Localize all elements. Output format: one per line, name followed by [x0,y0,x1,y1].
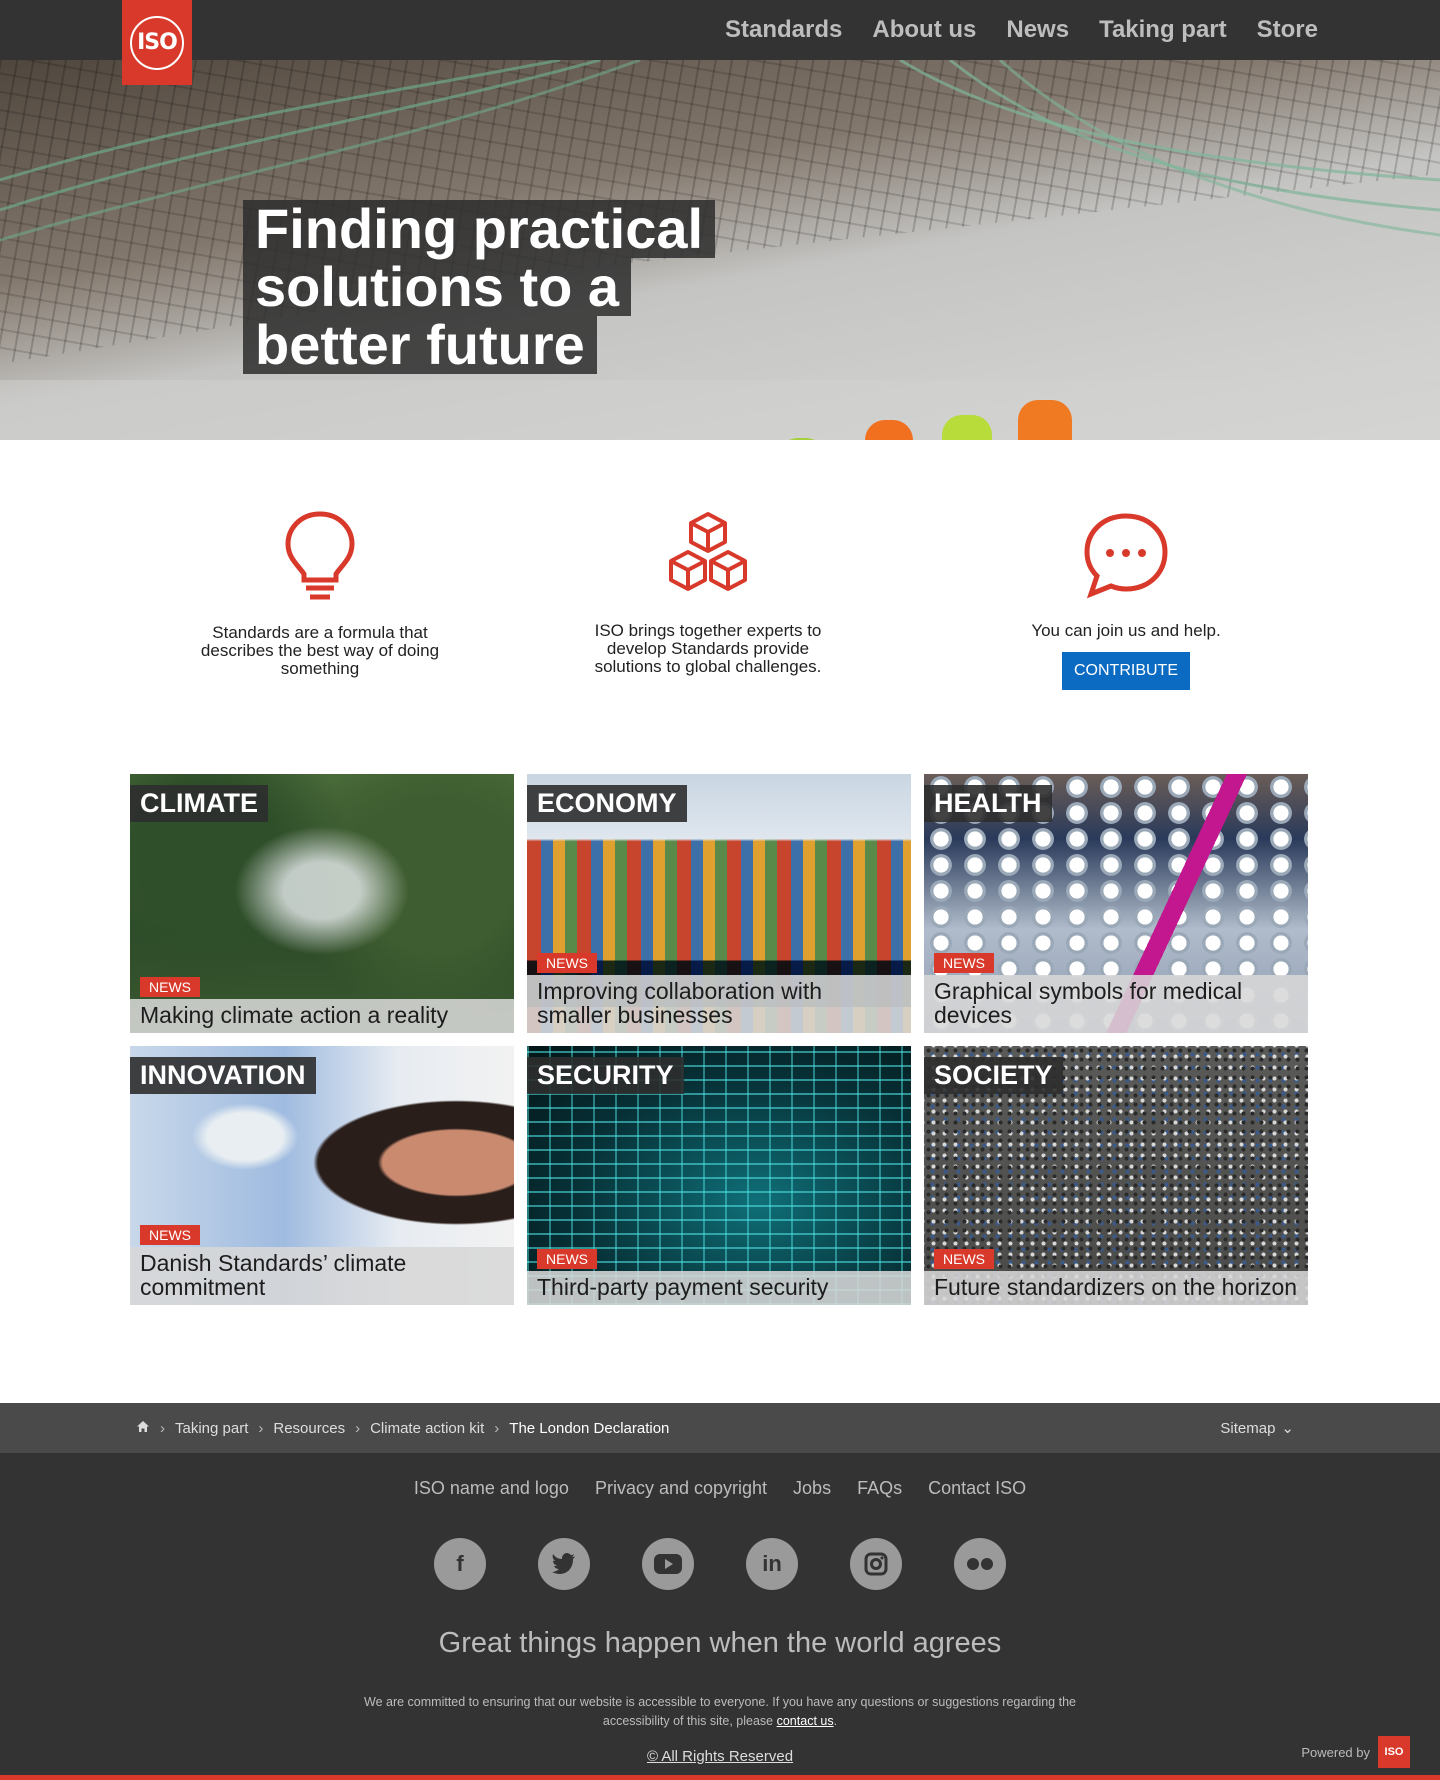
card-category: ECONOMY [527,785,687,822]
card-headline: Improving collaboration with smaller bus… [537,978,823,1028]
twitter-icon[interactable] [538,1538,590,1590]
topic-cards-grid: CLIMATE NEWS Making climate action a rea… [130,774,1320,1305]
footer-tagline: Great things happen when the world agree… [438,1627,1002,1659]
card-caption: NEWS Improving collaboration with smalle… [527,953,911,1033]
breadcrumb-item[interactable]: Climate action kit [370,1420,484,1437]
main-nav: Standards About us News Taking part Stor… [725,0,1318,60]
card-climate[interactable]: CLIMATE NEWS Making climate action a rea… [130,774,514,1033]
card-innovation[interactable]: INNOVATION NEWS Danish Standards’ climat… [130,1046,514,1305]
home-icon[interactable] [136,1420,150,1437]
card-category: SOCIETY [924,1057,1063,1094]
feature-text: You can join us and help. [1031,621,1221,640]
youtube-icon[interactable] [642,1538,694,1590]
flickr-icon[interactable] [954,1538,1006,1590]
lightbulb-icon [285,511,355,600]
hero-title-line: solutions to a [243,258,631,316]
nav-news[interactable]: News [1006,16,1069,44]
facebook-icon[interactable]: f [434,1538,486,1590]
nav-store[interactable]: Store [1257,16,1318,44]
card-economy[interactable]: ECONOMY NEWS Improving collaboration wit… [527,774,911,1033]
chevron-right-icon: › [355,1419,361,1437]
iso-logo[interactable]: ISO [122,0,192,85]
copyright: © All Rights Reserved [646,1748,794,1765]
cubes-icon [669,512,747,591]
news-badge: NEWS [934,1249,994,1269]
nav-taking-part[interactable]: Taking part [1099,16,1227,44]
card-headline: Graphical symbols for medical devices [934,978,1243,1028]
breadcrumb-item[interactable]: Resources [273,1420,345,1437]
site-footer: ISO name and logo Privacy and copyright … [0,1453,1440,1775]
news-badge: NEWS [934,953,994,973]
card-health[interactable]: HEALTH NEWS Graphical symbols for medica… [924,774,1308,1033]
linkedin-icon[interactable]: in [746,1538,798,1590]
card-caption: NEWS Future standardizers on the horizon [924,1249,1308,1305]
chevron-right-icon: › [494,1419,500,1437]
hero-workers-graphic [460,370,1080,440]
news-badge: NEWS [537,1249,597,1269]
card-headline: Future standardizers on the horizon [934,1274,1298,1300]
breadcrumb-current: The London Declaration [509,1419,670,1437]
footer-link-faqs[interactable]: FAQs [857,1478,902,1499]
card-caption: NEWS Danish Standards’ climate commitmen… [130,1225,514,1305]
powered-by-label: Powered by [1301,1744,1370,1760]
sitemap-toggle[interactable]: Sitemap ⌄ [1220,1403,1294,1453]
card-caption: NEWS Graphical symbols for medical devic… [924,953,1308,1033]
card-headline: Third-party payment security [537,1274,829,1300]
social-links: f in [0,1538,1440,1590]
feature-contribute: You can join us and help. CONTRIBUTE [996,510,1256,690]
breadcrumb-bar: › Taking part › Resources › Climate acti… [0,1403,1440,1453]
hero-title-line: Finding practical [243,200,716,258]
card-category: HEALTH [924,785,1052,822]
iso-mini-logo: ISO [1378,1736,1410,1768]
feature-experts: ISO brings together experts to develop S… [578,510,838,676]
card-headline: Making climate action a reality [140,1002,449,1028]
footer-link-name-logo[interactable]: ISO name and logo [414,1478,569,1499]
iso-logo-mark: ISO [130,15,184,70]
instagram-icon[interactable] [850,1538,902,1590]
feature-formula: Standards are a formula that describes t… [190,510,450,678]
news-badge: NEWS [140,1225,200,1245]
news-badge: NEWS [537,953,597,973]
chat-bubble-icon [1084,513,1168,599]
footer-accent-line [0,1775,1440,1780]
nav-standards[interactable]: Standards [725,16,842,44]
card-caption: NEWS Third-party payment security [527,1249,911,1305]
breadcrumb-item[interactable]: Taking part [175,1420,248,1437]
accessibility-statement: We are committed to ensuring that our we… [364,1695,1076,1728]
top-navbar: Standards About us News Taking part Stor… [0,0,1440,60]
feature-text: ISO brings together experts to develop S… [594,621,822,676]
accessibility-text: We are committed to ensuring that our we… [364,1695,1076,1728]
card-headline: Danish Standards’ climate commitment [140,1250,407,1300]
features-section: Standards are a formula that describes t… [0,440,1440,740]
powered-by: Powered by ISO [1301,1736,1410,1768]
news-badge: NEWS [140,977,200,997]
card-category: INNOVATION [130,1057,316,1094]
feature-text: Standards are a formula that describes t… [200,623,440,678]
card-category: CLIMATE [130,785,268,822]
contribute-button[interactable]: CONTRIBUTE [1062,652,1190,690]
nav-about-us[interactable]: About us [872,16,976,44]
card-category: SECURITY [527,1057,684,1094]
chevron-right-icon: › [160,1419,165,1437]
sitemap-label: Sitemap [1220,1419,1276,1437]
contact-us-link[interactable]: contact us [777,1714,834,1728]
footer-link-contact[interactable]: Contact ISO [928,1478,1026,1499]
card-society[interactable]: SOCIETY NEWS Future standardizers on the… [924,1046,1308,1305]
hero-title-line: better future [243,316,597,374]
chevron-right-icon: › [258,1419,264,1437]
card-security[interactable]: SECURITY NEWS Third-party payment securi… [527,1046,911,1305]
chevron-down-icon: ⌄ [1281,1420,1294,1437]
footer-link-privacy[interactable]: Privacy and copyright [595,1478,767,1499]
hero-banner: Finding practical solutions to a better … [0,60,1440,440]
footer-link-jobs[interactable]: Jobs [793,1478,831,1499]
footer-links: ISO name and logo Privacy and copyright … [0,1478,1440,1499]
breadcrumb: › Taking part › Resources › Climate acti… [136,1403,669,1453]
hero-title: Finding practical solutions to a better … [243,200,716,374]
card-caption: NEWS Making climate action a reality [130,977,514,1033]
